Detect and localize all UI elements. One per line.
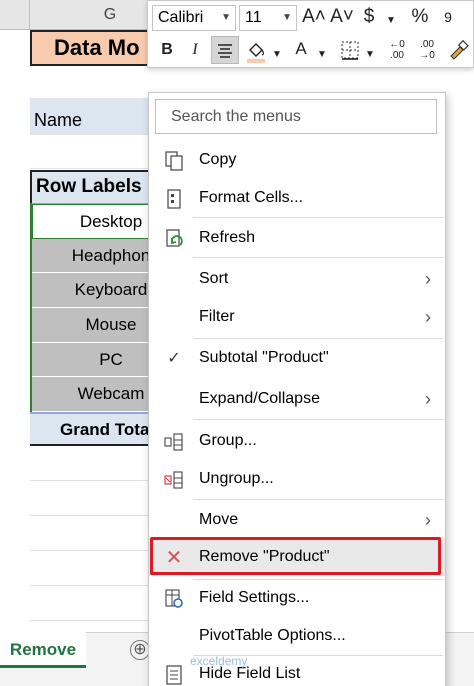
menu-item-copy[interactable]: Copy — [149, 141, 445, 179]
borders-button[interactable] — [338, 38, 362, 69]
paint-bucket-icon — [247, 43, 265, 63]
menu-item-label: Remove "Product" — [199, 548, 330, 565]
chevron-right-icon: › — [425, 389, 431, 409]
percent-style-button[interactable]: % — [408, 5, 432, 29]
menu-item-field-settings[interactable]: Field Settings... — [149, 579, 445, 617]
chevron-right-icon: › — [425, 510, 431, 530]
menu-item-label: Filter — [199, 308, 235, 325]
menu-item-label: Subtotal "Product" — [199, 349, 329, 366]
chevron-down-icon: ▼ — [221, 12, 231, 23]
italic-button[interactable]: I — [184, 38, 206, 62]
chevron-down-icon: ▼ — [282, 12, 292, 23]
menu-separator — [193, 499, 443, 500]
context-menu: Search the menus Copy Format Cells... Re… — [148, 92, 446, 686]
menu-search-input[interactable]: Search the menus — [155, 99, 437, 134]
menu-item-label: Copy — [199, 151, 237, 168]
menu-item-label: Sort — [199, 270, 229, 287]
font-name-select[interactable]: Calibri ▼ — [152, 5, 236, 31]
decrease-font-size-button[interactable]: A˅ — [330, 5, 354, 29]
menu-item-group[interactable]: Group... — [149, 422, 445, 460]
chevron-down-icon[interactable]: ▼ — [271, 43, 283, 67]
menu-item-remove-product[interactable]: ✕ Remove "Product" — [149, 538, 445, 576]
menu-item-label: Expand/Collapse — [199, 390, 320, 407]
fill-color-button[interactable] — [244, 38, 268, 71]
menu-separator — [193, 419, 443, 420]
chevron-right-icon: › — [425, 269, 431, 289]
menu-item-label: Ungroup... — [199, 470, 274, 487]
field-list-icon — [163, 664, 185, 686]
ungroup-icon — [163, 469, 185, 491]
field-settings-icon — [163, 588, 185, 610]
menu-item-label: Format Cells... — [199, 189, 304, 206]
checkmark-icon: ✓ — [167, 350, 181, 367]
font-color-button[interactable]: A — [290, 37, 312, 61]
menu-item-subtotal[interactable]: ✓ Subtotal "Product" — [149, 339, 445, 377]
format-painter-button[interactable] — [446, 38, 470, 71]
menu-item-filter[interactable]: Filter › — [149, 298, 445, 336]
sheet-tab-remove[interactable]: Remove — [0, 632, 86, 668]
menu-item-label: Refresh — [199, 229, 256, 246]
format-painter-icon — [450, 39, 469, 60]
increase-font-size-button[interactable]: A˄ — [302, 5, 326, 29]
menu-item-label: Group... — [199, 432, 257, 449]
column-header-f[interactable] — [0, 0, 30, 30]
font-name-value: Calibri — [158, 9, 204, 26]
refresh-icon — [163, 228, 185, 250]
font-size-value: 11 — [245, 9, 262, 26]
menu-item-sort[interactable]: Sort › — [149, 260, 445, 298]
menu-item-refresh[interactable]: Refresh — [149, 219, 445, 257]
chevron-right-icon: › — [425, 307, 431, 327]
decrease-decimal-icon[interactable]: .00 →0 — [414, 39, 440, 61]
chevron-down-icon[interactable]: ▼ — [385, 9, 397, 33]
menu-item-label: Field Settings... — [199, 589, 310, 606]
copy-icon — [163, 150, 185, 172]
menu-item-move[interactable]: Move › — [149, 501, 445, 539]
currency-format-button[interactable]: $ — [359, 5, 379, 29]
borders-icon — [341, 41, 359, 60]
menu-item-expand-collapse[interactable]: Expand/Collapse › — [149, 380, 445, 418]
format-cells-icon — [163, 188, 185, 210]
bold-button[interactable]: B — [156, 38, 178, 62]
menu-item-pivottable-options[interactable]: PivotTable Options... — [149, 617, 445, 655]
menu-item-format-cells[interactable]: Format Cells... — [149, 179, 445, 217]
increase-decimal-icon[interactable]: ←0.00 — [384, 39, 410, 61]
font-size-select[interactable]: 11 ▼ — [239, 5, 297, 31]
watermark: exceldemy — [190, 654, 248, 668]
add-sheet-icon[interactable]: ⊕ — [130, 640, 150, 660]
center-align-icon — [218, 44, 232, 58]
mini-toolbar: Calibri ▼ 11 ▼ A˄ A˅ $ ▼ % 9 B I ▼ A ▼ ▼… — [147, 0, 474, 68]
remove-icon: ✕ — [165, 547, 183, 569]
comma-style-icon[interactable]: 9 — [436, 5, 460, 29]
menu-item-label: Move — [199, 511, 239, 528]
menu-item-ungroup[interactable]: Ungroup... — [149, 460, 445, 498]
menu-separator — [193, 257, 443, 258]
group-icon — [163, 431, 185, 453]
center-align-button[interactable] — [211, 36, 239, 64]
menu-item-label: PivotTable Options... — [199, 627, 346, 644]
chevron-down-icon[interactable]: ▼ — [364, 43, 376, 67]
menu-separator — [193, 217, 443, 218]
chevron-down-icon[interactable]: ▼ — [316, 43, 328, 67]
